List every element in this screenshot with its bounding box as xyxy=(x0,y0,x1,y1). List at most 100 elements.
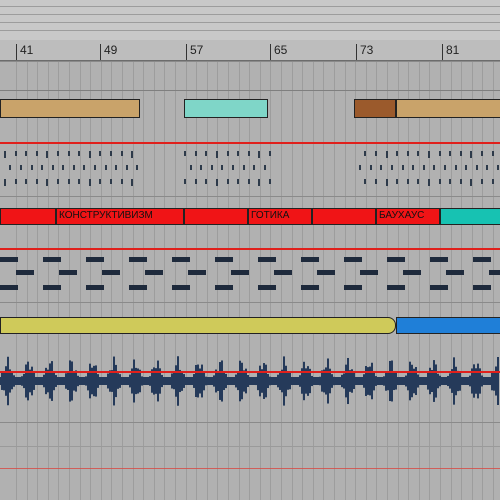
midi-note xyxy=(407,179,409,184)
midi-note xyxy=(205,179,207,184)
pattern-block xyxy=(344,257,362,262)
track-3[interactable]: КОНСТРУКТИВИЗМ ГОТИКА БАУХАУС xyxy=(0,208,500,226)
midi-note xyxy=(121,151,123,156)
midi-note xyxy=(460,151,462,156)
clip[interactable] xyxy=(0,317,396,334)
midi-note xyxy=(105,165,107,170)
clip[interactable] xyxy=(396,99,500,118)
midi-note xyxy=(216,151,218,158)
panel-stripe xyxy=(0,6,500,7)
lane-separator xyxy=(0,61,500,62)
midi-note xyxy=(211,165,213,170)
pattern-block xyxy=(215,285,233,290)
midi-note xyxy=(264,165,266,170)
midi-note xyxy=(417,179,419,184)
midi-note xyxy=(110,179,112,184)
bar-marker-49: 49 xyxy=(104,43,118,57)
clip[interactable] xyxy=(0,99,140,118)
midi-note xyxy=(9,165,11,170)
pattern-block xyxy=(188,270,206,275)
pattern-block xyxy=(59,270,77,275)
midi-note xyxy=(115,165,117,170)
midi-note xyxy=(433,165,435,170)
midi-note xyxy=(417,151,419,156)
automation-line[interactable] xyxy=(0,468,500,469)
clip[interactable] xyxy=(184,99,268,118)
pattern-block xyxy=(145,270,163,275)
automation-line[interactable] xyxy=(0,248,500,250)
midi-note xyxy=(439,179,441,184)
midi-note xyxy=(439,151,441,156)
audio-waveform xyxy=(0,356,499,406)
clip[interactable] xyxy=(440,208,500,225)
lane-separator xyxy=(0,196,500,197)
clip[interactable] xyxy=(354,99,396,118)
midi-note xyxy=(391,165,393,170)
automation-line[interactable] xyxy=(0,371,500,373)
midi-note xyxy=(492,151,494,156)
bar-marker-65: 65 xyxy=(274,43,288,57)
midi-note xyxy=(486,165,488,170)
midi-note xyxy=(121,179,123,184)
midi-note xyxy=(370,165,372,170)
midi-note xyxy=(190,165,192,170)
midi-note xyxy=(136,165,138,170)
midi-note xyxy=(221,165,223,170)
midi-note xyxy=(449,151,451,156)
clip[interactable] xyxy=(184,208,248,225)
midi-note xyxy=(31,165,33,170)
lane-separator xyxy=(0,422,500,423)
track-5[interactable] xyxy=(0,317,500,335)
midi-note xyxy=(444,165,446,170)
pattern-block xyxy=(215,257,233,262)
midi-note xyxy=(364,179,366,184)
bar-marker-41: 41 xyxy=(20,43,34,57)
ruler-tick xyxy=(442,44,443,60)
pattern-block xyxy=(387,257,405,262)
midi-note xyxy=(375,151,377,156)
track-6-audio-lane[interactable] xyxy=(0,351,500,411)
midi-note xyxy=(184,151,186,156)
midi-note xyxy=(89,151,91,158)
timeline-ruler[interactable]: 41 49 57 65 73 81 xyxy=(0,40,500,61)
midi-note xyxy=(248,151,250,156)
midi-note xyxy=(243,165,245,170)
midi-note xyxy=(99,179,101,184)
clip-gotika[interactable]: ГОТИКА xyxy=(248,208,312,225)
midi-note xyxy=(46,179,48,186)
ruler-tick xyxy=(100,44,101,60)
midi-note xyxy=(237,179,239,184)
midi-note xyxy=(497,165,499,170)
midi-note xyxy=(57,179,59,184)
pattern-block xyxy=(301,257,319,262)
midi-note xyxy=(200,165,202,170)
track-2-midi-lane[interactable] xyxy=(0,145,500,191)
midi-note xyxy=(25,151,27,156)
pattern-block xyxy=(430,257,448,262)
clip-bauhaus[interactable]: БАУХАУС xyxy=(376,208,440,225)
pattern-block xyxy=(172,257,190,262)
clip-label: БАУХАУС xyxy=(379,210,425,221)
clip[interactable] xyxy=(396,317,500,334)
track-1[interactable] xyxy=(0,99,500,119)
clip-konstruktivizm[interactable]: КОНСТРУКТИВИЗМ xyxy=(56,208,184,225)
bar-marker-81: 81 xyxy=(446,43,460,57)
midi-note xyxy=(359,165,361,170)
midi-note xyxy=(36,179,38,184)
midi-note xyxy=(4,179,6,186)
midi-note xyxy=(237,151,239,156)
midi-note xyxy=(481,151,483,156)
clip[interactable] xyxy=(312,208,376,225)
midi-note xyxy=(25,179,27,184)
arrangement-view[interactable]: КОНСТРУКТИВИЗМ ГОТИКА БАУХАУС xyxy=(0,61,500,500)
midi-note xyxy=(476,165,478,170)
track-4-dash-lane[interactable] xyxy=(0,257,500,293)
midi-note xyxy=(68,151,70,156)
clip[interactable] xyxy=(0,208,56,225)
midi-note xyxy=(52,165,54,170)
midi-note xyxy=(78,179,80,184)
midi-note xyxy=(481,179,483,184)
bar-marker-73: 73 xyxy=(360,43,374,57)
midi-note xyxy=(68,179,70,184)
automation-line[interactable] xyxy=(0,142,500,144)
